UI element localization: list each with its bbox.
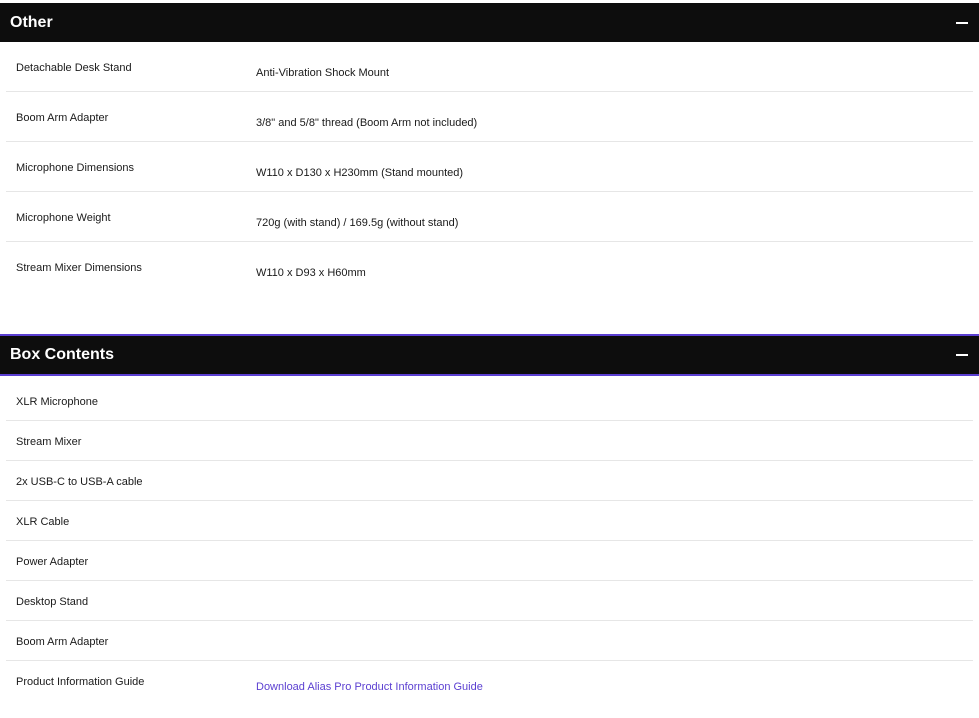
spec-row: Microphone Weight 720g (with stand) / 16… <box>6 192 973 242</box>
item-label: Stream Mixer <box>16 436 82 448</box>
list-item: Stream Mixer <box>6 421 973 461</box>
list-item: Desktop Stand <box>6 581 973 621</box>
spec-value: Anti-Vibration Shock Mount <box>256 67 390 79</box>
item-label: XLR Cable <box>16 516 70 528</box>
list-item: XLR Cable <box>6 501 973 541</box>
list-item: Product Information Guide Download Alias… <box>6 661 973 701</box>
spec-label: Microphone Weight <box>16 212 111 224</box>
spec-table-other: Detachable Desk Stand Anti-Vibration Sho… <box>6 42 973 292</box>
spec-label: Detachable Desk Stand <box>16 62 132 74</box>
minus-icon[interactable] <box>956 354 968 356</box>
section-header-other[interactable]: Other <box>0 3 979 42</box>
item-label: XLR Microphone <box>16 396 98 408</box>
list-item: Boom Arm Adapter <box>6 621 973 661</box>
section-title: Other <box>10 13 53 31</box>
spec-label: Boom Arm Adapter <box>16 112 109 124</box>
item-label: Power Adapter <box>16 556 89 568</box>
list-item: Power Adapter <box>6 541 973 581</box>
spec-row: Stream Mixer Dimensions W110 x D93 x H60… <box>6 242 973 292</box>
minus-icon[interactable] <box>956 21 968 24</box>
spec-row: Microphone Dimensions W110 x D130 x H230… <box>6 142 973 192</box>
item-label: Desktop Stand <box>16 596 89 608</box>
spec-value: 3/8" and 5/8" thread (Boom Arm not inclu… <box>256 117 478 129</box>
section-header-box-contents[interactable]: Box Contents <box>0 334 979 376</box>
list-item: 2x USB-C to USB-A cable <box>6 461 973 501</box>
list-item: XLR Microphone <box>6 381 973 421</box>
spec-table-box-contents: XLR Microphone Stream Mixer 2x USB-C to … <box>6 381 973 701</box>
spec-row: Boom Arm Adapter 3/8" and 5/8" thread (B… <box>6 92 973 142</box>
spec-label: Stream Mixer Dimensions <box>16 262 142 274</box>
item-label: Boom Arm Adapter <box>16 636 109 648</box>
item-label: 2x USB-C to USB-A cable <box>16 476 143 488</box>
spec-value: W110 x D93 x H60mm <box>256 267 366 279</box>
download-guide-link[interactable]: Download Alias Pro Product Information G… <box>256 680 483 694</box>
section-title: Box Contents <box>10 346 114 363</box>
spec-label: Microphone Dimensions <box>16 162 134 174</box>
item-label: Product Information Guide <box>16 676 145 688</box>
spec-value: 720g (with stand) / 169.5g (without stan… <box>256 217 459 229</box>
spec-value: W110 x D130 x H230mm (Stand mounted) <box>256 167 464 179</box>
spec-row: Detachable Desk Stand Anti-Vibration Sho… <box>6 42 973 92</box>
